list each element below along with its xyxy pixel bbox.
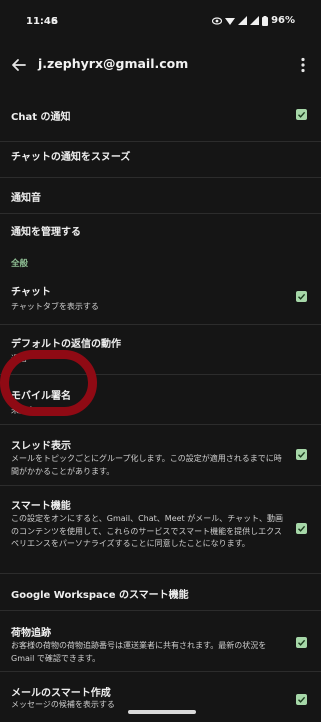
status-icons: 96% [212,15,295,26]
status-bar: 11:46 S 96% [0,0,321,42]
setting-smart-compose[interactable]: メールのスマート作成 メッセージの候補を表示する [0,672,321,722]
app-bar: j.zephyrx@gmail.com [0,42,321,88]
setting-chat-notifications[interactable]: Chat の通知 [0,88,321,142]
setting-subtitle: メールをトピックごとにグループ化します。この設定が適用されるまでに時間がかかるこ… [11,454,282,476]
checkbox-checked[interactable] [296,109,307,120]
check-icon [298,639,306,646]
setting-manage-notifications[interactable]: 通知を管理する [0,214,321,249]
setting-title: チャットの通知をスヌーズ [11,152,131,163]
section-general: 全般 [0,249,321,273]
setting-title: 通知音 [11,193,41,204]
checkbox-checked[interactable] [296,291,307,302]
eye-icon [212,16,223,25]
setting-title: スレッド表示 [11,441,71,452]
battery-icon [262,15,269,26]
setting-subtitle: この設定をオンにすると、Gmail、Chat、Meet がメール、チャット、動画… [11,514,283,548]
more-vert-icon[interactable] [293,55,313,75]
setting-workspace-smart[interactable]: Google Workspace のスマート機能 [0,574,321,611]
setting-chat-tab[interactable]: チャット チャットタブを表示する [0,273,321,325]
setting-subtitle: お客様の荷物の荷物追跡番号は運送業者に共有されます。最新の状況を Gmail で… [11,641,267,663]
checkbox-checked[interactable] [296,637,307,648]
setting-title: デフォルトの返信の動作 [11,339,121,350]
checkbox-checked[interactable] [296,694,307,705]
setting-title: チャット [11,287,51,298]
section-general-label: 全般 [11,259,29,269]
setting-title: Chat の通知 [11,112,71,123]
checkbox-checked[interactable] [296,449,307,460]
setting-subtitle: メッセージの候補を表示する [11,700,115,709]
check-icon [298,696,306,703]
setting-notification-sound[interactable]: 通知音 [0,178,321,214]
s-icon: S [51,16,59,27]
battery-level: 96% [271,15,295,26]
wifi-icon [225,18,236,25]
check-icon [298,293,306,300]
signal-icon [238,16,248,25]
checkbox-checked[interactable] [296,523,307,534]
setting-smart-features[interactable]: スマート機能 この設定をオンにすると、Gmail、Chat、Meet がメール、… [0,486,321,574]
setting-title: メールのスマート作成 [11,688,111,699]
setting-subtitle: チャットタブを表示する [11,302,99,311]
arrow-left-icon[interactable] [8,54,30,76]
setting-package-tracking[interactable]: 荷物追跡 お客様の荷物の荷物追跡番号は運送業者に共有されます。最新の状況を Gm… [0,611,321,672]
setting-threading[interactable]: スレッド表示 メールをトピックごとにグループ化します。この設定が適用されるまでに… [0,425,321,486]
signal-icon [250,16,260,25]
check-icon [298,525,306,532]
check-icon [298,451,306,458]
account-email: j.zephyrx@gmail.com [38,56,189,71]
gesture-nav-bar[interactable] [128,710,196,714]
setting-title: スマート機能 [11,501,71,512]
highlight-ring [0,350,97,416]
setting-title: 通知を管理する [11,227,81,238]
check-icon [298,111,306,118]
setting-title: 荷物追跡 [11,628,51,639]
setting-title: Google Workspace のスマート機能 [11,590,189,601]
setting-snooze-chat[interactable]: チャットの通知をスヌーズ [0,142,321,178]
